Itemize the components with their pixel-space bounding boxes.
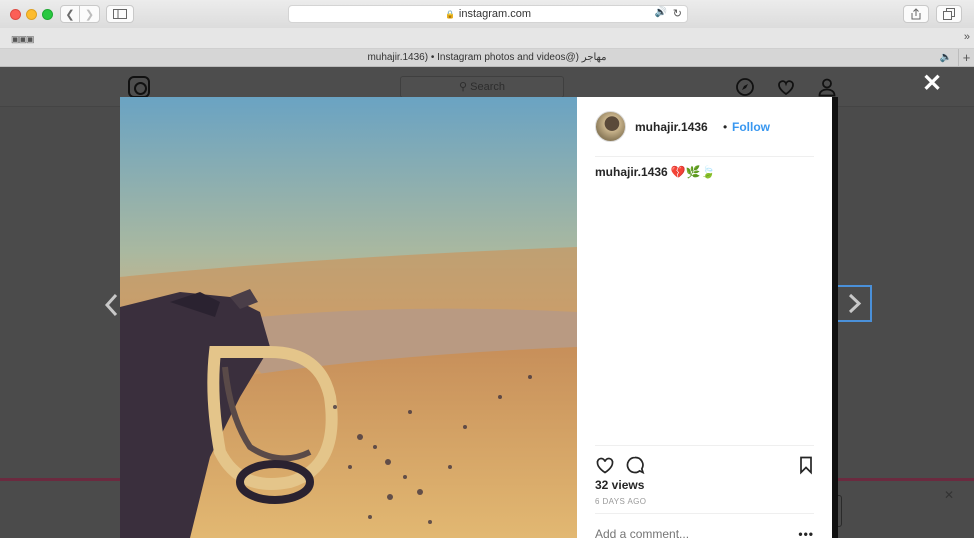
speaker-icon[interactable]: 🔊 bbox=[655, 7, 667, 18]
user-icon[interactable] bbox=[817, 77, 837, 97]
search-input[interactable]: ⚲ Search bbox=[400, 76, 564, 98]
share-icon bbox=[911, 8, 921, 20]
bookmark-icon[interactable] bbox=[796, 455, 816, 475]
chevron-right-icon: ❯ bbox=[84, 8, 95, 21]
back-button[interactable]: ❮ bbox=[60, 5, 80, 23]
instagram-logo-icon[interactable] bbox=[128, 76, 150, 98]
window-minimize-button[interactable] bbox=[26, 9, 37, 20]
comment-input[interactable] bbox=[595, 527, 785, 538]
tabs-icon bbox=[943, 8, 955, 20]
reload-icon[interactable]: ↻ bbox=[673, 7, 682, 20]
address-bar[interactable]: 🔒 instagram.com 🔊 ↻ bbox=[288, 5, 688, 23]
share-button[interactable] bbox=[903, 5, 929, 23]
close-icon: ✕ bbox=[944, 488, 955, 502]
video-frame bbox=[120, 97, 577, 538]
next-post-button[interactable] bbox=[835, 285, 872, 322]
grid-icon[interactable]: ▣▣▣ bbox=[11, 34, 34, 45]
search-icon: ⚲ bbox=[459, 81, 471, 93]
url-text: instagram.com bbox=[458, 8, 532, 20]
separator: • bbox=[723, 120, 728, 134]
show-tabs-button[interactable] bbox=[936, 5, 962, 23]
window-zoom-button[interactable] bbox=[42, 9, 53, 20]
post-timestamp[interactable]: 6 DAYS AGO bbox=[595, 497, 646, 506]
tab-title[interactable]: muhajir.1436) • Instagram photos and vid… bbox=[0, 52, 974, 63]
forward-button[interactable]: ❯ bbox=[80, 5, 100, 23]
post-media[interactable] bbox=[120, 97, 577, 538]
caption-username[interactable]: muhajir.1436 bbox=[595, 165, 668, 179]
new-tab-button[interactable]: + bbox=[958, 49, 974, 66]
heart-icon[interactable] bbox=[776, 77, 796, 97]
comment-icon[interactable] bbox=[625, 455, 645, 475]
avatar[interactable] bbox=[595, 111, 626, 142]
follow-button[interactable]: Follow bbox=[732, 120, 770, 134]
caption-text: 💔🌿🍃 bbox=[670, 165, 716, 179]
username-link[interactable]: muhajir.1436 bbox=[635, 120, 708, 134]
tab-bar: muhajir.1436) • Instagram photos and vid… bbox=[0, 49, 974, 67]
search-placeholder: Search bbox=[470, 81, 505, 93]
post-caption: muhajir.1436 💔🌿🍃 bbox=[595, 165, 716, 179]
lock-icon: 🔒 bbox=[444, 9, 455, 19]
view-count[interactable]: 32 views bbox=[595, 478, 644, 492]
comment-box: ••• bbox=[595, 513, 814, 538]
window-close-button[interactable] bbox=[10, 9, 21, 20]
sidebar-icon bbox=[113, 9, 127, 19]
next-post-preview bbox=[832, 97, 838, 538]
post-details-panel: muhajir.1436 • Follow muhajir.1436 💔🌿🍃 32… bbox=[577, 97, 832, 538]
compass-icon[interactable] bbox=[735, 77, 755, 97]
favorites-bar: ▣▣▣ » bbox=[0, 28, 974, 49]
post-actions bbox=[595, 445, 814, 475]
close-icon[interactable]: ✕ bbox=[921, 72, 943, 96]
double-chevron-icon[interactable]: » bbox=[964, 31, 970, 43]
chevron-right-icon bbox=[848, 293, 862, 314]
speaker-icon[interactable]: 🔈 bbox=[940, 52, 952, 63]
like-heart-icon[interactable] bbox=[595, 455, 615, 475]
more-options-icon[interactable]: ••• bbox=[798, 527, 814, 538]
chevron-left-icon: ❮ bbox=[65, 8, 75, 21]
browser-toolbar: ❮ ❯ 🔒 instagram.com 🔊 ↻ bbox=[0, 0, 974, 28]
sidebar-toggle-button[interactable] bbox=[106, 5, 134, 23]
post-header: muhajir.1436 • Follow bbox=[595, 97, 814, 157]
